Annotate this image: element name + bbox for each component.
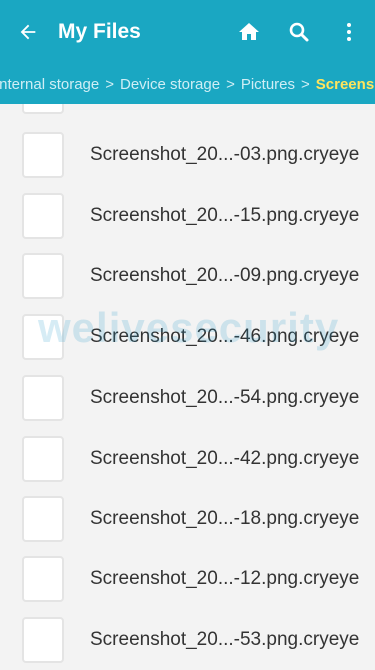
file-thumbnail (22, 314, 64, 360)
list-item[interactable]: Screenshot_20...-18.png.cryeye (0, 490, 375, 550)
breadcrumb: Internal storage > Device storage > Pictures… (0, 64, 375, 104)
list-item[interactable]: Screenshot_20...-42.png.cryeye (0, 430, 375, 490)
list-item[interactable]: Screenshot_20...-53.png.cryeye (0, 611, 375, 670)
more-vert-icon (347, 23, 351, 41)
app-title: My Files (58, 20, 141, 43)
app-bar: My Files (0, 0, 375, 64)
home-button[interactable] (234, 17, 264, 47)
file-name: Screenshot_20...-03.png.cryeye (90, 144, 360, 165)
file-name: Screenshot_20...-09.png.cryeye (90, 265, 360, 286)
search-icon (289, 22, 309, 42)
home-icon (239, 23, 259, 40)
file-name: Screenshot_20...-53.png.cryeye (90, 629, 360, 650)
list-item[interactable] (0, 104, 375, 122)
list-item[interactable]: Screenshot_20...-46.png.cryeye (0, 308, 375, 368)
file-name: Screenshot_20...-46.png.cryeye (90, 326, 360, 347)
back-button[interactable] (14, 18, 42, 46)
more-options-button[interactable] (334, 17, 364, 47)
list-item[interactable]: Screenshot_20...-15.png.cryeye (0, 187, 375, 247)
list-item[interactable]: Screenshot_20...-12.png.cryeye (0, 550, 375, 610)
list-item[interactable]: Screenshot_20...-54.png.cryeye (0, 369, 375, 429)
breadcrumb-item-pictures[interactable]: Pictures (241, 76, 295, 93)
file-thumbnail (22, 104, 64, 114)
file-name: Screenshot_20...-15.png.cryeye (90, 205, 360, 226)
breadcrumb-item-internal-storage[interactable]: Internal storage (0, 76, 99, 93)
file-name: Screenshot_20...-42.png.cryeye (90, 448, 360, 469)
file-thumbnail (22, 556, 64, 602)
file-name: Screenshot_20...-54.png.cryeye (90, 387, 360, 408)
back-arrow-icon (20, 24, 36, 40)
file-thumbnail (22, 253, 64, 299)
list-item[interactable]: Screenshot_20...-09.png.cryeye (0, 247, 375, 307)
file-thumbnail (22, 375, 64, 421)
breadcrumb-separator: > (105, 76, 114, 93)
file-name: Screenshot_20...-18.png.cryeye (90, 508, 360, 529)
breadcrumb-separator: > (301, 76, 310, 93)
file-thumbnail (22, 132, 64, 178)
breadcrumb-item-screenshots[interactable]: Screenshots (316, 76, 375, 93)
file-thumbnail (22, 436, 64, 482)
list-item[interactable]: Screenshot_20...-03.png.cryeye (0, 126, 375, 186)
file-name: Screenshot_20...-12.png.cryeye (90, 568, 360, 589)
breadcrumb-separator: > (226, 76, 235, 93)
file-thumbnail (22, 617, 64, 663)
breadcrumb-item-device-storage[interactable]: Device storage (120, 76, 220, 93)
file-thumbnail (22, 496, 64, 542)
search-button[interactable] (284, 17, 314, 47)
file-thumbnail (22, 193, 64, 239)
file-list: Screenshot_20...-03.png.cryeye Screensho… (0, 104, 375, 670)
